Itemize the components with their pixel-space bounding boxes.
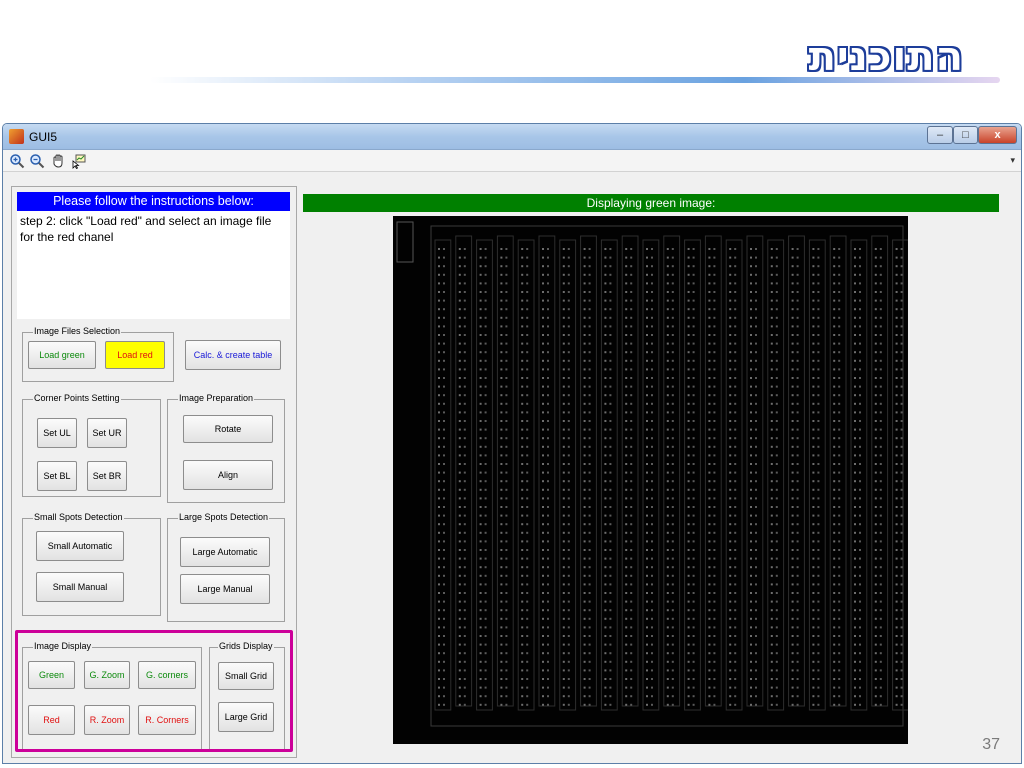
large-spots-group: Large Spots Detection Large Automatic La… — [167, 512, 285, 622]
large-automatic-button[interactable]: Large Automatic — [180, 537, 270, 567]
large-spots-title: Large Spots Detection — [178, 512, 270, 522]
window-title: GUI5 — [29, 130, 58, 144]
large-manual-button[interactable]: Large Manual — [180, 574, 270, 604]
minimize-button[interactable]: – — [927, 126, 953, 144]
calc-create-table-button[interactable]: Calc. & create table — [185, 340, 281, 370]
app-window: GUI5 – □ x ▾ Please follow the instructi… — [2, 123, 1022, 764]
small-spots-title: Small Spots Detection — [33, 512, 124, 522]
load-red-button[interactable]: Load red — [105, 341, 165, 369]
load-green-button[interactable]: Load green — [28, 341, 96, 369]
image-preparation-group: Image Preparation Rotate Align — [167, 393, 285, 503]
small-manual-button[interactable]: Small Manual — [36, 572, 124, 602]
set-ur-button[interactable]: Set UR — [87, 418, 127, 448]
align-button[interactable]: Align — [183, 460, 273, 490]
microarray-grid-graphic — [396, 221, 908, 727]
title-rule — [150, 77, 1000, 83]
zoom-out-icon[interactable] — [29, 153, 45, 169]
set-ul-button[interactable]: Set UL — [37, 418, 77, 448]
rotate-button[interactable]: Rotate — [183, 415, 273, 443]
instructions-header: Please follow the instructions below: — [17, 192, 290, 211]
small-spots-group: Small Spots Detection Small Automatic Sm… — [22, 512, 161, 616]
data-cursor-icon[interactable] — [71, 153, 87, 170]
microarray-image[interactable] — [393, 216, 908, 744]
image-files-group: Image Files Selection Load green Load re… — [22, 326, 174, 382]
set-bl-button[interactable]: Set BL — [37, 461, 77, 491]
small-automatic-button[interactable]: Small Automatic — [36, 531, 124, 561]
image-preparation-title: Image Preparation — [178, 393, 255, 403]
matlab-icon — [9, 129, 24, 144]
close-button[interactable]: x — [978, 126, 1017, 144]
pan-hand-icon[interactable] — [50, 153, 66, 169]
window-titlebar[interactable]: GUI5 – □ x — [3, 124, 1021, 150]
instructions-text: step 2: click "Load red" and select an i… — [17, 211, 290, 319]
toolbar-menu-arrow[interactable]: ▾ — [1010, 155, 1015, 166]
toolbar: ▾ — [3, 150, 1021, 172]
set-br-button[interactable]: Set BR — [87, 461, 127, 491]
maximize-button[interactable]: □ — [953, 126, 978, 144]
page-number: 37 — [982, 736, 1000, 753]
display-header: Displaying green image: — [303, 194, 999, 212]
zoom-in-icon[interactable] — [9, 153, 25, 169]
spots-detection-highlight — [15, 630, 293, 752]
corner-points-title: Corner Points Setting — [33, 393, 121, 403]
slide: התוכנית GUI5 – □ x ▾ Please follow the i… — [0, 0, 1024, 768]
slide-title: התוכנית — [808, 34, 964, 80]
image-files-title: Image Files Selection — [33, 326, 122, 336]
corner-points-group: Corner Points Setting Set UL Set UR Set … — [22, 393, 161, 497]
